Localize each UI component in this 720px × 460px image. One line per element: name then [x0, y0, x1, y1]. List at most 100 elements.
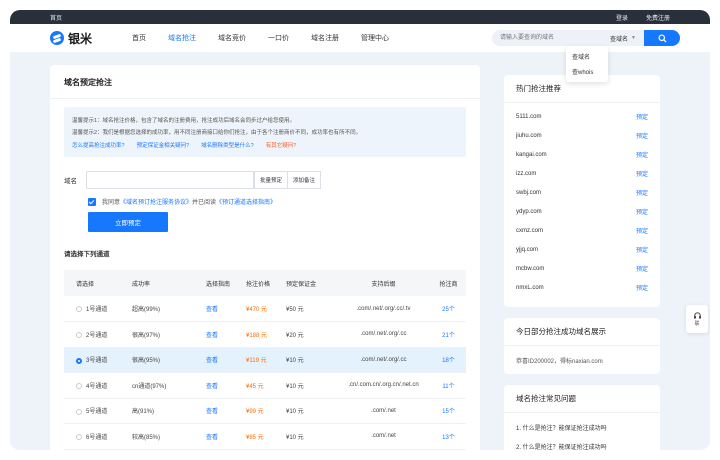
domain-input[interactable] [86, 171, 254, 189]
hot-domain[interactable]: izz.com [516, 171, 536, 177]
reserve-link[interactable]: 预定 [636, 188, 648, 197]
registrar-count[interactable]: 21个 [442, 333, 455, 339]
reserve-link[interactable]: 预定 [636, 131, 648, 140]
channel-table: 请选择 成功率 选择指南 抢注价格 预定保证金 支持后缀 抢注商 1号通道 超高… [64, 270, 466, 450]
table-row[interactable]: 5号通道 高(91%) 查看 ¥99 元 ¥10 元 .com/.net 15个 [64, 398, 466, 424]
table-row[interactable]: 2号通道 很高(97%) 查看 ¥188 元 ¥20 元 .com/.net/.… [64, 321, 466, 348]
guide-view-link[interactable]: 查看 [206, 307, 218, 313]
batch-reserve-button[interactable]: 批量预定 [254, 171, 289, 189]
hot-domain[interactable]: 5111.com [516, 114, 541, 120]
reserve-link[interactable]: 预定 [636, 169, 648, 178]
guide-view-link[interactable]: 查看 [206, 384, 218, 390]
dropdown-option-domain[interactable]: 查域名 [566, 49, 608, 64]
reserve-link[interactable]: 预定 [636, 245, 648, 254]
faq-link-other[interactable]: 有其它疑问? [266, 141, 297, 149]
th-registrar: 抢注商 [431, 270, 466, 296]
nav-item-manage[interactable]: 管理中心 [361, 33, 389, 43]
dropdown-option-whois[interactable]: 查whois [566, 64, 608, 79]
registrar-count[interactable]: 25个 [442, 307, 455, 313]
faq-item[interactable]: 2. 什么是抢注？能保证抢注成功吗 [516, 442, 648, 450]
th-select: 请选择 [64, 270, 132, 296]
channel-name: 2号通道 [86, 332, 108, 339]
table-row[interactable]: 6号通道 较高(85%) 查看 ¥85 元 ¥10 元 .com/.net 13… [64, 423, 466, 450]
radio-button[interactable] [76, 332, 82, 339]
th-guide: 选择指南 [206, 270, 246, 296]
nav-item-fixed-price[interactable]: 一口价 [268, 33, 289, 43]
logo-icon [50, 31, 64, 45]
list-item: nmxL.com 预定 [516, 278, 648, 297]
registrar-count[interactable]: 15个 [442, 409, 455, 415]
radio-button[interactable] [76, 408, 82, 415]
top-home-link[interactable]: 首页 [50, 13, 62, 22]
nav-item-home[interactable]: 首页 [132, 33, 146, 43]
nav-item-auction[interactable]: 域名竞价 [218, 33, 246, 43]
search-icon [657, 33, 667, 43]
agree-checkbox[interactable] [88, 197, 96, 206]
faq-link-deposit[interactable]: 预定保证金相关疑问? [137, 141, 190, 149]
guide-view-link[interactable]: 查看 [206, 435, 218, 441]
search-type-dropdown: 查域名 查whois [566, 46, 608, 82]
search-button[interactable] [644, 30, 680, 46]
list-item: swbj.com 预定 [516, 183, 648, 202]
tips-box: 温馨提示1：域名抢注价格，包含了域名的注册费用，抢注成功后域名会同步过户给您使用… [64, 107, 466, 157]
list-item: mcbw.com 预定 [516, 259, 648, 278]
radio-button[interactable] [76, 383, 82, 390]
registrar-count[interactable]: 18个 [442, 358, 455, 364]
table-row[interactable]: 1号通道 超高(99%) 查看 ¥470 元 ¥50 元 .com/.net/.… [64, 296, 466, 322]
channel-name: 4号通道 [86, 383, 108, 390]
reserve-link[interactable]: 预定 [636, 207, 648, 216]
deposit: ¥10 元 [286, 423, 336, 450]
add-note-button[interactable]: 添加备注 [288, 171, 322, 189]
success-showcase-text: 恭喜ID200002，得标naxian.com [516, 359, 603, 365]
registrar-count[interactable]: 13个 [442, 435, 455, 441]
reserve-link[interactable]: 预定 [636, 150, 648, 159]
guide-view-link[interactable]: 查看 [206, 409, 218, 415]
logo[interactable]: 银米 [50, 30, 132, 47]
search-input[interactable] [492, 30, 603, 46]
hot-domain[interactable]: nmxL.com [516, 285, 544, 291]
hot-domain[interactable]: jiuhu.com [516, 133, 542, 139]
reserve-link[interactable]: 预定 [636, 112, 648, 121]
faq-link-delete-type[interactable]: 域名删除类型是什么? [201, 141, 254, 149]
hot-domain[interactable]: swbj.com [516, 190, 541, 196]
list-item: 5111.com 预定 [516, 107, 648, 126]
reserve-now-button[interactable]: 立即预定 [88, 212, 168, 232]
channel-guide-link[interactable]: 《预订通道选择指南》 [216, 197, 276, 206]
domain-form-row: 域名 批量预定 添加备注 [64, 171, 466, 189]
search-type-select[interactable]: 查域名 ▼ [602, 30, 644, 46]
faq-item[interactable]: 1. 什么是抢注？能保证抢注成功吗 [516, 423, 648, 432]
service-agreement-link[interactable]: 《域名预订抢注服务协议》 [120, 197, 192, 206]
register-link[interactable]: 免费注册 [646, 13, 670, 22]
logo-text: 银米 [68, 31, 93, 46]
nav-item-register[interactable]: 域名注册 [311, 33, 339, 43]
agree-prefix: 我同意 [102, 200, 121, 206]
hot-domain[interactable]: cxmz.com [516, 228, 543, 234]
registrar-count[interactable]: 11个 [442, 384, 454, 390]
reserve-link[interactable]: 预定 [636, 226, 648, 235]
suffixes: .cn/.com.cn/.org.cn/.net.cn [336, 372, 431, 399]
hot-domain[interactable]: mcbw.com [516, 266, 544, 272]
radio-button[interactable] [76, 434, 82, 441]
suffixes: .com/.net/.org/.cc/.tv [336, 296, 431, 322]
hot-domain[interactable]: kangai.com [516, 152, 547, 158]
radio-button[interactable] [76, 306, 82, 313]
tip-2: 温馨提示2：我们是根据您选择的成功率，用不同注册商接口给你们抢注，由于各个注册商… [72, 130, 362, 136]
nav-item-snatch[interactable]: 域名抢注 [168, 33, 196, 43]
guide-view-link[interactable]: 查看 [206, 358, 218, 364]
channel-name: 6号通道 [86, 434, 108, 441]
radio-button-checked[interactable] [76, 357, 82, 364]
deposit: ¥50 元 [286, 296, 336, 322]
hot-domain[interactable]: yjjq.com [516, 247, 538, 253]
success-rate: 很高(97%) [132, 321, 206, 348]
guide-view-link[interactable]: 查看 [206, 333, 218, 339]
table-header-row: 请选择 成功率 选择指南 抢注价格 预定保证金 支持后缀 抢注商 [64, 270, 466, 296]
login-link[interactable]: 登录 [616, 13, 628, 22]
reserve-link[interactable]: 预定 [636, 264, 648, 273]
domain-label: 域名 [64, 178, 77, 185]
table-row-selected[interactable]: 3号通道 很高(95%) 查看 ¥119 元 ¥10 元 .com/.net/.… [64, 347, 466, 373]
hot-domain[interactable]: ydyp.com [516, 209, 542, 215]
customer-service-button[interactable]: 联 [686, 305, 708, 333]
faq-link-success-rate[interactable]: 怎么提高抢注成功率? [72, 141, 125, 149]
table-row[interactable]: 4号通道 cn通道(97%) 查看 ¥45 元 ¥10 元 .cn/.com.c… [64, 372, 466, 399]
reserve-link[interactable]: 预定 [636, 283, 648, 292]
